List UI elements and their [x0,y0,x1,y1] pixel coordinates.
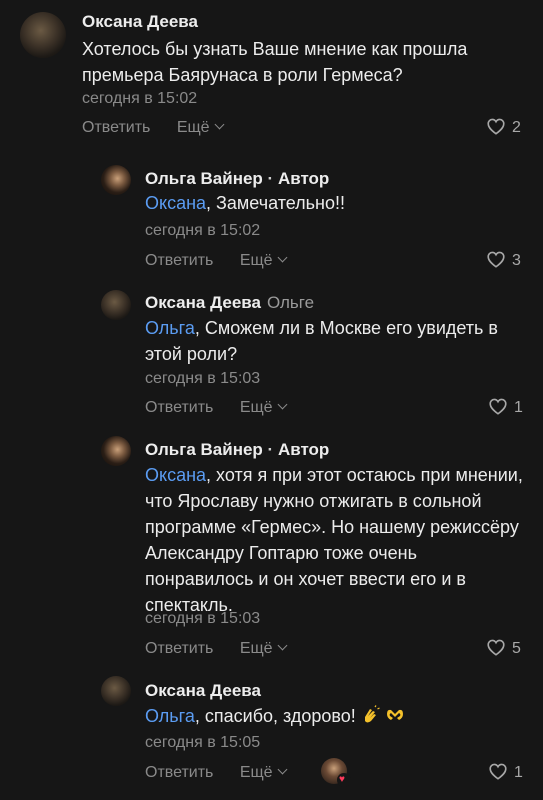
like-count: 1 [514,399,523,417]
heart-outline-icon [487,251,505,268]
clapping-hands-emoji [364,705,380,723]
like-count: 1 [514,764,523,782]
comment-text: Хотелось бы узнать Ваше мнение как прошл… [82,39,468,85]
comment-text: Оксана, хотя я при этот остаюсь при мнен… [145,465,523,615]
comment-timestamp: сегодня в 15:05 [145,734,261,751]
mention-link[interactable]: Оксана [145,193,206,213]
more-button[interactable]: Ещё [240,764,288,782]
comment-text: Ольга, спасибо, здорово! [145,703,525,729]
reply-button[interactable]: Ответить [145,640,213,658]
reply-button[interactable]: Ответить [145,764,213,782]
heart-outline-icon [487,639,505,656]
avatar[interactable] [101,165,131,195]
comment-timestamp: сегодня в 15:03 [145,610,261,627]
heart-outline-icon [487,118,505,135]
avatar[interactable] [101,290,131,320]
like-button[interactable]: 5 [486,639,521,658]
comment-actions: Ответить Ещё [82,119,225,137]
more-button[interactable]: Ещё [240,640,288,658]
heart-outline-icon [489,763,507,780]
chevron-down-icon [214,119,225,130]
reply-button[interactable]: Ответить [145,399,213,417]
reply-button[interactable]: Ответить [145,252,213,270]
comment-timestamp: сегодня в 15:02 [82,90,198,107]
comment-author: Ольга Вайнер · Автор [145,440,330,459]
like-button[interactable]: 1 [488,763,523,782]
reply-to-label[interactable]: Ольге [267,293,314,312]
like-count: 2 [512,119,521,137]
mention-link[interactable]: Ольга [145,318,195,338]
comment-actions: Ответить Ещё [145,252,288,270]
avatar[interactable] [20,12,66,58]
avatar[interactable] [101,436,131,466]
more-button[interactable]: Ещё [240,252,288,270]
more-button[interactable]: Ещё [240,399,288,417]
chevron-down-icon [277,252,288,263]
chevron-down-icon [277,764,288,775]
comment-actions: Ответить Ещё [145,764,288,782]
comment-author: Ольга Вайнер · Автор [145,169,330,188]
chevron-down-icon [277,399,288,410]
like-count: 5 [512,640,521,658]
mention-link[interactable]: Ольга [145,706,195,726]
chevron-down-icon [277,640,288,651]
author-liked-heart-icon: ♥ [321,758,351,787]
reply-button[interactable]: Ответить [82,119,150,137]
like-count: 3 [512,252,521,270]
like-button[interactable]: 2 [486,118,521,137]
comment-author: Оксана Деева Ольге [145,293,315,312]
comment-timestamp: сегодня в 15:03 [145,370,261,387]
comment-author[interactable]: Оксана Деева [82,12,198,32]
author-badge: Автор [277,169,330,188]
comment-timestamp: сегодня в 15:02 [145,222,261,239]
heart-outline-icon [489,398,507,415]
mention-link[interactable]: Оксана [145,465,206,485]
comment-actions: Ответить Ещё [145,640,288,658]
comment-author: Оксана Деева [145,681,261,700]
comment-text: Ольга, Сможем ли в Москве его увидеть в … [145,318,498,364]
avatar[interactable] [101,676,131,706]
like-button[interactable]: 3 [486,251,521,270]
heart-hands-emoji [386,710,403,721]
more-button[interactable]: Ещё [177,119,225,137]
comment-actions: Ответить Ещё [145,399,288,417]
comment-text: Оксана, Замечательно!! [145,193,346,213]
like-button[interactable]: 1 [488,398,523,417]
author-badge: Автор [277,440,330,459]
